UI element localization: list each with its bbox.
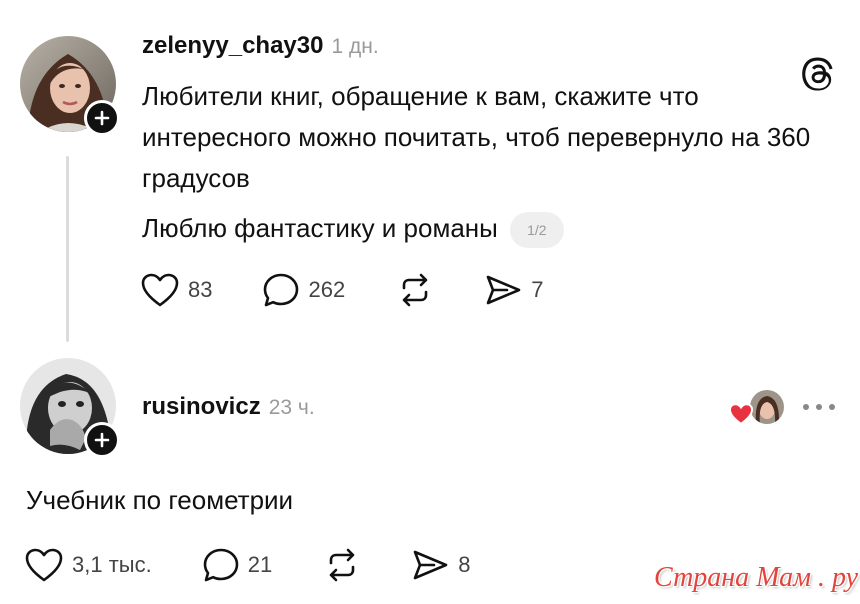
comment-bubble-icon	[203, 548, 239, 582]
like-count: 3,1 тыс.	[72, 552, 152, 577]
post-body-text: Любители книг, обращение к вам, скажите …	[142, 81, 811, 193]
comment-bubble-icon	[264, 273, 299, 307]
heart-filled-icon	[728, 403, 754, 425]
share-count: 7	[531, 277, 544, 302]
repost-icon	[402, 273, 428, 307]
post-actions: 83 262 7	[140, 272, 543, 308]
reply-time: 23 ч.	[268, 396, 315, 419]
share-button[interactable]: 8	[410, 547, 470, 583]
ellipsis-icon	[803, 404, 835, 410]
reply-button[interactable]: 262	[262, 272, 345, 308]
liked-by-author-indicator	[728, 388, 786, 428]
repost-button[interactable]	[322, 547, 362, 583]
like-count: 83	[188, 277, 213, 302]
follow-plus-button[interactable]	[84, 422, 120, 458]
repost-icon	[329, 548, 355, 582]
follow-plus-button[interactable]	[84, 100, 120, 136]
reply-count: 262	[308, 277, 346, 302]
reply-username[interactable]: rusinovicz	[142, 393, 261, 420]
post-username[interactable]: zelenyy_chay30	[142, 32, 323, 59]
post-subtext-row: Люблю фантастику и романы 1/2	[142, 208, 564, 249]
heart-icon	[141, 273, 179, 307]
send-icon	[413, 550, 448, 580]
reply-count: 21	[247, 552, 273, 577]
site-watermark: Страна Мам . ру	[654, 562, 859, 593]
post-time: 1 дн.	[331, 35, 379, 58]
like-button[interactable]: 3,1 тыс.	[24, 547, 152, 583]
post-header: zelenyy_chay30 1 дн.	[142, 32, 379, 60]
repost-button[interactable]	[395, 272, 435, 308]
share-button[interactable]: 7	[483, 272, 543, 308]
reply-button[interactable]: 21	[202, 547, 272, 583]
thread-connector-line	[66, 156, 69, 342]
page-indicator-badge: 1/2	[509, 212, 564, 249]
share-count: 8	[458, 552, 471, 577]
post-subtext: Люблю фантастику и романы	[142, 213, 498, 243]
reply-header: rusinovicz 23 ч.	[142, 393, 315, 421]
reply-body-text: Учебник по геометрии	[26, 485, 294, 515]
like-button[interactable]: 83	[140, 272, 212, 308]
more-options-button[interactable]	[800, 400, 838, 418]
heart-icon	[25, 548, 63, 582]
reply-actions: 3,1 тыс. 21 8	[24, 547, 470, 583]
send-icon	[486, 275, 521, 305]
